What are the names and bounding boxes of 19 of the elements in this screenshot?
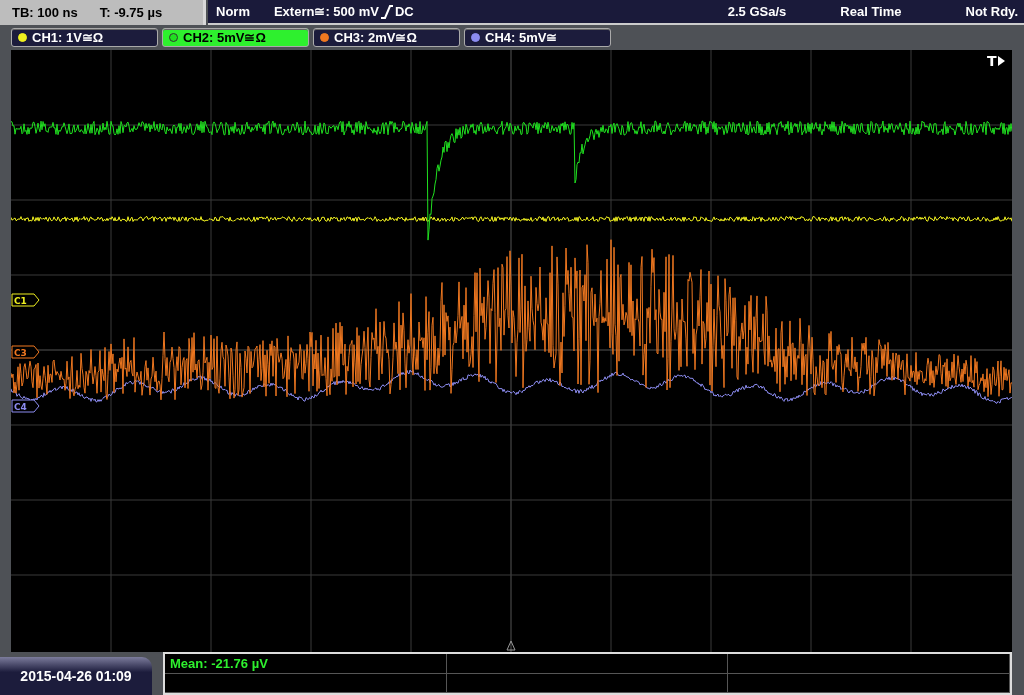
acquisition-state: Not Rdy. xyxy=(965,4,1018,19)
channel-marker[interactable]: C4 xyxy=(11,399,40,413)
channel-tab[interactable]: CH4: 5mV≅ xyxy=(464,28,611,47)
date-time-tab[interactable]: 2015-04-26 01:09 xyxy=(0,657,152,695)
timebase-readout: TB: 100 ns xyxy=(12,5,78,20)
sample-rate: 2.5 GSa/s xyxy=(727,4,787,19)
trigger-mode: Norm xyxy=(216,4,250,19)
trigger-time-readout: T: -9.75 µs xyxy=(99,5,163,20)
trigger-position-icon xyxy=(506,640,516,651)
channel-marker[interactable]: C1 xyxy=(11,293,40,307)
channel-tab[interactable]: CH3: 2mV≅Ω xyxy=(313,28,460,47)
channel-marker[interactable]: C3 xyxy=(11,345,40,359)
channel-tab[interactable]: CH1: 1V≅Ω xyxy=(11,28,158,47)
trigger-coupling: DC xyxy=(394,4,414,19)
rising-edge-icon xyxy=(380,4,393,19)
measurement-value: Mean: -21.76 µV xyxy=(170,655,268,671)
trigger-source: Extern≅: 500 mV xyxy=(273,4,379,19)
channel-tab[interactable]: CH2: 5mV≅Ω xyxy=(162,28,309,47)
acquisition-mode: Real Time xyxy=(840,4,902,19)
